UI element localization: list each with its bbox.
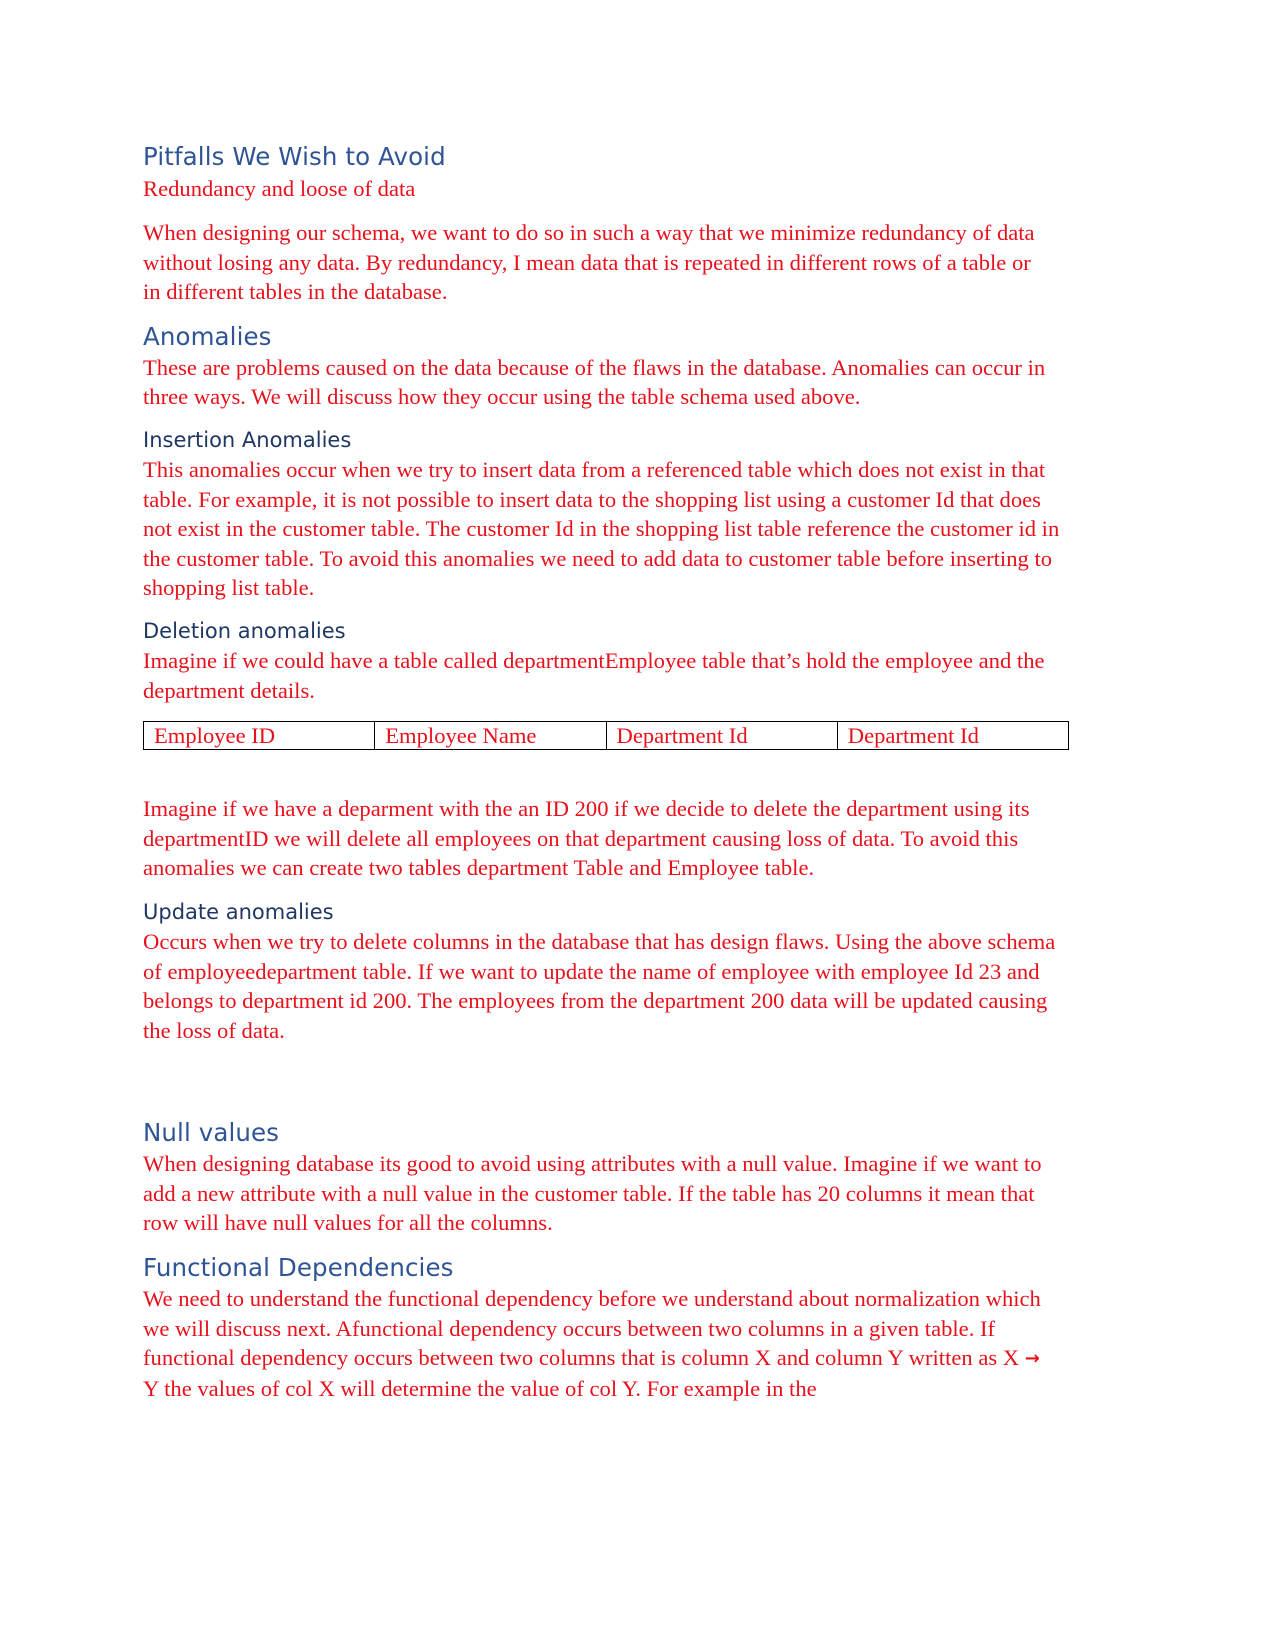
paragraph-anomalies: These are problems caused on the data be… <box>143 354 1046 410</box>
document-page: Pitfalls We Wish to Avoid Redundancy and… <box>142 141 1070 1403</box>
table-cell: Department Id <box>836 721 1070 751</box>
right-arrow-icon: → <box>1024 1348 1040 1370</box>
table-row: Employee ID Employee Name Department Id … <box>142 721 1070 751</box>
table-cell: Employee Name <box>374 721 607 751</box>
department-employee-table: Employee ID Employee Name Department Id … <box>142 721 1070 751</box>
heading-pitfalls: Pitfalls We Wish to Avoid <box>143 142 446 171</box>
paragraph-null-values: When designing database its good to avoi… <box>143 1151 1042 1236</box>
paragraph-insertion: This anomalies occur when we try to inse… <box>143 456 1060 601</box>
heading-anomalies: Anomalies <box>143 321 272 351</box>
paragraph-functional-part1: We need to understand the functional dep… <box>143 1286 1041 1371</box>
heading-deletion-anomalies: Deletion anomalies <box>143 618 346 643</box>
heading-null-values: Null values <box>143 1118 280 1148</box>
paragraph-pitfalls: When designing our schema, we want to do… <box>143 220 1035 305</box>
paragraph-deletion-example: Imagine if we have a deparment with the … <box>143 796 1030 881</box>
heading-insertion-anomalies: Insertion Anomalies <box>143 427 352 452</box>
paragraph-update: Occurs when we try to delete columns in … <box>143 928 1056 1043</box>
paragraph-deletion: Imagine if we could have a table called … <box>143 647 1045 703</box>
subtitle-redundancy: Redundancy and loose of data <box>143 176 416 201</box>
heading-update-anomalies: Update anomalies <box>143 899 334 924</box>
table-cell: Department Id <box>605 721 838 751</box>
table-cell: Employee ID <box>142 721 376 751</box>
paragraph-functional: We need to understand the functional dep… <box>143 1284 1043 1403</box>
paragraph-functional-part2: Y the values of col X will determine the… <box>143 1375 817 1401</box>
heading-functional-dependencies: Functional Dependencies <box>143 1253 454 1283</box>
